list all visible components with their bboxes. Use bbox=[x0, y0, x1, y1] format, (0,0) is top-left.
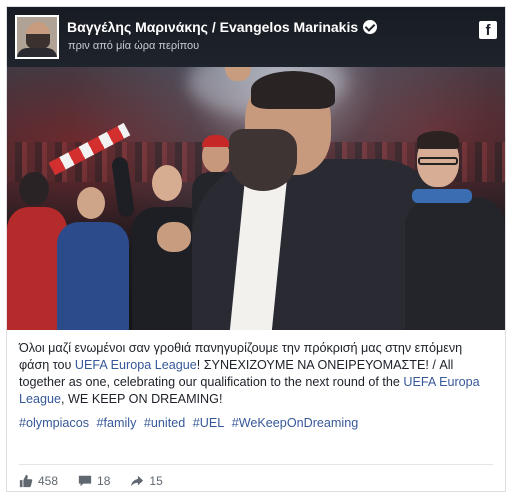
fan-glasses bbox=[418, 157, 458, 165]
fan-blue-jacket bbox=[57, 222, 129, 330]
hashtag-link[interactable]: #UEL bbox=[193, 416, 225, 430]
verified-badge-icon bbox=[363, 20, 378, 34]
share-count: 15 bbox=[149, 474, 163, 488]
divider bbox=[19, 464, 493, 465]
fan-head bbox=[77, 187, 105, 219]
reaction-bar: 458 18 15 bbox=[19, 474, 183, 488]
avatar-suit bbox=[17, 48, 57, 57]
post-timestamp[interactable]: πριν από μία ώρα περίπου bbox=[68, 40, 199, 52]
comment-count: 18 bbox=[97, 474, 111, 488]
facebook-logo-icon[interactable]: f bbox=[479, 21, 497, 39]
comment-button[interactable]: 18 bbox=[78, 474, 110, 488]
fan-collar bbox=[412, 189, 472, 203]
share-arrow-icon bbox=[131, 475, 144, 487]
post-header: Βαγγέλης Μαρινάκης / Evangelos Marinakis… bbox=[7, 7, 505, 67]
author-avatar[interactable] bbox=[15, 15, 59, 59]
post-photo[interactable] bbox=[7, 47, 505, 330]
facebook-post-card: Βαγγέλης Μαρινάκης / Evangelos Marinakis… bbox=[6, 6, 506, 492]
share-button[interactable]: 15 bbox=[130, 474, 163, 488]
post-caption: Όλοι μαζί ενωμένοι σαν γροθιά πανηγυρίζο… bbox=[19, 340, 493, 408]
author-name[interactable]: Βαγγέλης Μαρινάκης / Evangelos Marinakis bbox=[67, 19, 358, 35]
fan-dark-jacket bbox=[405, 197, 505, 330]
thumbs-up-icon bbox=[19, 474, 33, 488]
fan-cap bbox=[202, 135, 230, 147]
subject-beard bbox=[229, 129, 297, 191]
uefa-link[interactable]: UEFA Europa League bbox=[75, 358, 197, 372]
fan-head bbox=[19, 172, 49, 206]
like-button[interactable]: 458 bbox=[19, 474, 58, 488]
like-count: 458 bbox=[38, 474, 59, 488]
subject-hair bbox=[251, 71, 335, 109]
hashtag-link[interactable]: #WeKeepOnDreaming bbox=[232, 416, 358, 430]
comment-icon bbox=[78, 475, 92, 487]
hashtag-link[interactable]: #family bbox=[97, 416, 137, 430]
subject-hand bbox=[157, 222, 191, 252]
fan-head bbox=[152, 165, 182, 201]
fan-hair bbox=[417, 131, 459, 149]
hashtag-list: #olympiacos #family #united #UEL #WeKeep… bbox=[19, 415, 493, 432]
hashtag-link[interactable]: #united bbox=[144, 416, 185, 430]
author-line: Βαγγέλης Μαρινάκης / Evangelos Marinakis bbox=[67, 19, 378, 35]
hashtag-link[interactable]: #olympiacos bbox=[19, 416, 89, 430]
caption-end: , WE KEEP ON DREAMING! bbox=[61, 392, 223, 406]
post-caption-area: Όλοι μαζί ενωμένοι σαν γροθιά πανηγυρίζο… bbox=[7, 330, 505, 491]
